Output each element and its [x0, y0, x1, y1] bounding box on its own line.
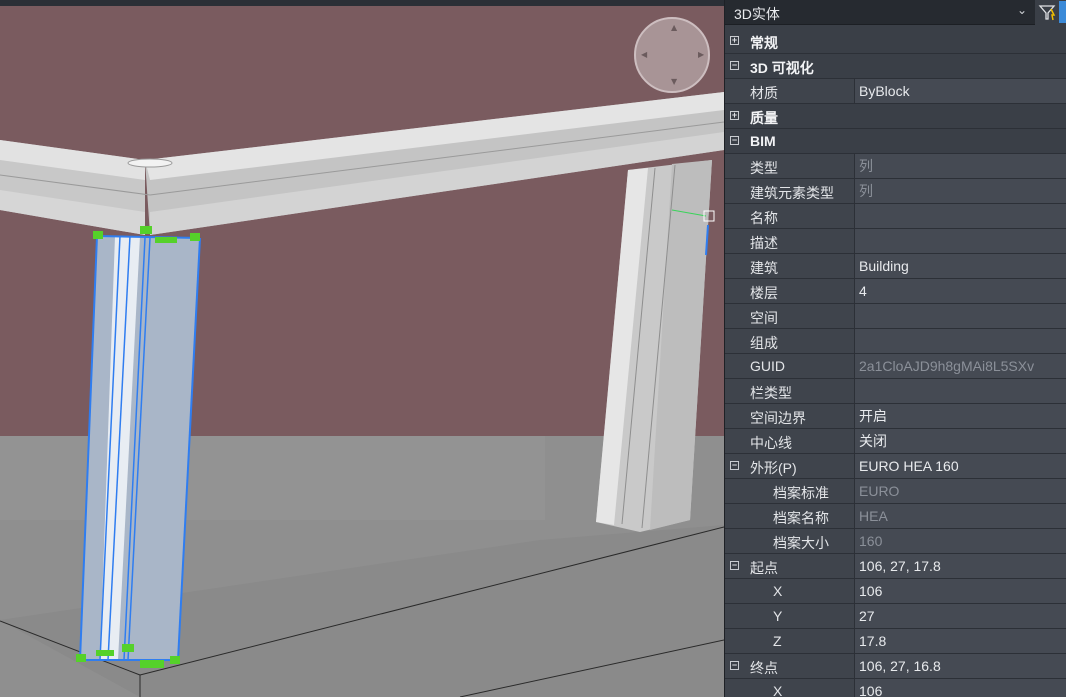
property-name: 终点 [750, 660, 778, 676]
property-value[interactable] [854, 304, 1066, 328]
property-list: + 常规 −3D 可视化 材质 ByBlock + 质量 − BIM 类型列建筑元素类型列名称 描述… [725, 29, 1066, 697]
property-row[interactable]: 栏类型 [725, 379, 1066, 404]
property-value[interactable]: 17.8 [854, 629, 1066, 653]
property-name: 起点 [750, 560, 778, 576]
property-name: 中心线 [750, 435, 792, 451]
property-value[interactable]: 关闭 [854, 429, 1066, 453]
select-objects-button[interactable] [1059, 1, 1066, 23]
property-name: 外形(P) [750, 460, 797, 476]
property-value[interactable] [854, 229, 1066, 253]
3d-viewport[interactable]: ▲ ▼ ◀ ▶ [0, 0, 724, 697]
nav-arrow-icon: ◀ [641, 50, 648, 59]
property-name: GUID [750, 358, 785, 374]
property-name: 组成 [750, 335, 778, 351]
property-group-row[interactable]: − 起点 106, 27, 17.8 [725, 554, 1066, 579]
property-name: 档案大小 [773, 535, 829, 551]
property-value: EURO [854, 479, 1066, 503]
property-name: 质量 [750, 110, 778, 126]
property-row[interactable]: 建筑元素类型 列 [725, 179, 1066, 204]
property-value: 列 [854, 154, 1066, 178]
property-subrow[interactable]: 档案标准 EURO [725, 479, 1066, 504]
property-name: 材质 [750, 85, 778, 101]
property-name: 楼层 [750, 285, 778, 301]
filter-icon [1038, 5, 1056, 21]
collapse-icon[interactable]: − [730, 561, 739, 570]
property-name: 栏类型 [750, 385, 792, 401]
property-row[interactable]: GUID 2a1CloAJD9h8gMAi8L5SXv [725, 354, 1066, 379]
nav-arrow-icon: ▼ [671, 77, 678, 86]
expand-icon[interactable]: + [730, 111, 739, 120]
property-value: 2a1CloAJD9h8gMAi8L5SXv [854, 354, 1066, 378]
property-value[interactable] [854, 379, 1066, 403]
property-value[interactable]: 106 [854, 579, 1066, 603]
property-value: 列 [854, 179, 1066, 203]
collapse-icon[interactable]: − [730, 136, 739, 145]
property-group-row[interactable]: − 终点 106, 27, 16.8 [725, 654, 1066, 679]
property-row[interactable]: 空间边界 开启 [725, 404, 1066, 429]
section-header[interactable]: + 常规 [725, 29, 1066, 54]
collapse-icon[interactable]: − [730, 661, 739, 670]
property-name: 描述 [750, 235, 778, 251]
property-name: BIM [750, 133, 776, 149]
section-header[interactable]: + 质量 [725, 104, 1066, 129]
property-name: 空间边界 [750, 410, 806, 426]
property-name: 建筑元素类型 [750, 185, 834, 201]
property-name: 名称 [750, 210, 778, 226]
property-value[interactable]: 106 [854, 679, 1066, 697]
property-subrow[interactable]: X 106 [725, 679, 1066, 697]
nav-arrow-icon: ▲ [671, 23, 678, 32]
property-row[interactable]: 空间 [725, 304, 1066, 329]
property-value[interactable]: Building [854, 254, 1066, 278]
property-name: 空间 [750, 310, 778, 326]
property-value: HEA [854, 504, 1066, 528]
section-header[interactable]: − 3D 可视化 [725, 54, 1066, 79]
property-name: X [773, 683, 783, 697]
collapse-icon[interactable]: − [730, 461, 739, 470]
property-subrow[interactable]: 档案大小 160 [725, 529, 1066, 554]
property-value: 160 [854, 529, 1066, 553]
property-name: Z [773, 633, 782, 649]
property-subrow[interactable]: Y 27 [725, 604, 1066, 629]
collapse-icon[interactable]: − [730, 61, 739, 70]
property-group-row[interactable]: − 外形(P) EURO HEA 160 [725, 454, 1066, 479]
chevron-down-icon: ⌄ [1016, 3, 1027, 17]
property-value[interactable]: 4 [854, 279, 1066, 303]
property-name: 档案名称 [773, 510, 829, 526]
dropdown-label: 3D实体 [734, 6, 780, 22]
property-name: Y [773, 608, 783, 624]
property-name: 常规 [750, 35, 778, 51]
property-subrow[interactable]: X 106 [725, 579, 1066, 604]
quick-select-filter-button[interactable] [1037, 1, 1057, 23]
scene-canvas[interactable] [0, 0, 724, 697]
property-row[interactable]: 名称 [725, 204, 1066, 229]
property-value[interactable] [854, 204, 1066, 228]
property-subrow[interactable]: Z 17.8 [725, 629, 1066, 654]
property-row[interactable]: 描述 [725, 229, 1066, 254]
property-name: 建筑 [750, 260, 778, 276]
expand-icon[interactable]: + [730, 36, 739, 45]
property-name: 类型 [750, 160, 778, 176]
property-subrow[interactable]: 档案名称 HEA [725, 504, 1066, 529]
object-type-dropdown[interactable]: 3D实体 ⌄ [725, 0, 1035, 25]
property-value[interactable]: 开启 [854, 404, 1066, 428]
property-name: 3D 可视化 [750, 60, 814, 76]
property-value[interactable]: 106, 27, 16.8 [854, 654, 1066, 678]
property-value[interactable]: ByBlock [854, 79, 1066, 103]
section-header[interactable]: − BIM [725, 129, 1066, 154]
property-row[interactable]: 组成 [725, 329, 1066, 354]
property-value[interactable]: 27 [854, 604, 1066, 628]
property-name: X [773, 583, 783, 599]
property-row[interactable]: 建筑 Building [725, 254, 1066, 279]
property-row[interactable]: 材质 ByBlock [725, 79, 1066, 104]
property-row[interactable]: 类型 列 [725, 154, 1066, 179]
navigation-wheel[interactable]: ▲ ▼ ◀ ▶ [634, 17, 710, 93]
property-row[interactable]: 楼层 4 [725, 279, 1066, 304]
property-value[interactable]: 106, 27, 17.8 [854, 554, 1066, 578]
property-row[interactable]: 中心线 关闭 [725, 429, 1066, 454]
properties-panel: 3D实体 ⌄ + 常规 −3D 可视化 材质 ByBlock + 质量 − BIM 类型列建筑元素… [724, 0, 1066, 697]
nav-arrow-icon: ▶ [698, 50, 705, 59]
property-value[interactable] [854, 329, 1066, 353]
property-value[interactable]: EURO HEA 160 [854, 454, 1066, 478]
property-name: 档案标准 [773, 485, 829, 501]
